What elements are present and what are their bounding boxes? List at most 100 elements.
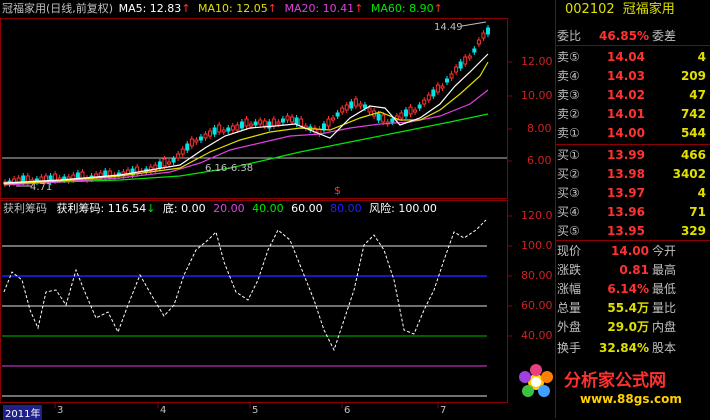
quote-value: 0.81 bbox=[619, 263, 649, 277]
candle-body bbox=[194, 139, 199, 143]
stock-name: 冠福家用 bbox=[622, 2, 675, 17]
quote-value: 14.00 bbox=[611, 244, 649, 258]
stock-code: 002102 bbox=[565, 2, 615, 17]
buy-volume: 3402 bbox=[672, 167, 706, 181]
kline-ytick: 10.00 bbox=[521, 89, 553, 102]
quote-label-2: 内盘 bbox=[652, 320, 677, 334]
sell-price: 14.04 bbox=[607, 50, 645, 64]
sell-volume: 209 bbox=[680, 69, 706, 83]
share-capital-label: 股本 bbox=[652, 341, 677, 355]
sell-volume: 544 bbox=[680, 126, 706, 140]
indicator-name[interactable]: 获利筹码 bbox=[3, 202, 47, 215]
watermark-brand: 分析家公式网 bbox=[564, 371, 666, 391]
indicator-ytick: 120.0 bbox=[521, 209, 553, 222]
candle-body bbox=[331, 117, 336, 121]
candle-body bbox=[221, 129, 226, 133]
candle-body bbox=[349, 101, 354, 109]
x-label: 4 bbox=[160, 405, 167, 416]
candle-body bbox=[362, 104, 367, 109]
x-label: 7 bbox=[440, 405, 447, 416]
level-60: 60.00 bbox=[291, 202, 323, 215]
webi-value: 46.85% bbox=[599, 29, 649, 43]
candle-body bbox=[467, 55, 472, 59]
candle-body bbox=[271, 118, 276, 127]
candle-body bbox=[208, 130, 213, 137]
min-price-label: 4.71 bbox=[30, 182, 52, 193]
sell-label: 卖⑤ bbox=[557, 50, 580, 64]
down-arrow: ↓ bbox=[146, 202, 156, 215]
quote-label-2: 最低 bbox=[652, 282, 677, 296]
candle-body bbox=[262, 120, 267, 127]
candle-body bbox=[454, 66, 459, 73]
flower-logo-icon bbox=[519, 364, 553, 397]
candle-body bbox=[413, 109, 418, 113]
panel-header: 002102 冠福家用 bbox=[565, 2, 675, 18]
candle-body bbox=[458, 61, 463, 69]
level-risk: 风险: 100.00 bbox=[369, 202, 437, 215]
dollar-mark: $ bbox=[334, 184, 341, 197]
buy-label: 买① bbox=[557, 148, 580, 162]
candle-body bbox=[435, 84, 440, 93]
candle-body bbox=[157, 161, 162, 169]
sell-volume: 4 bbox=[697, 50, 706, 64]
candle-body bbox=[171, 158, 176, 163]
profit-chip-line bbox=[3, 219, 487, 352]
candle-body bbox=[431, 89, 436, 97]
buy-price: 13.98 bbox=[607, 167, 645, 181]
kline-frame bbox=[0, 18, 508, 199]
sell-label: 卖① bbox=[557, 126, 580, 140]
candle-body bbox=[422, 99, 427, 105]
buy-label: 买④ bbox=[557, 205, 580, 219]
kline-ytick: 8.00 bbox=[527, 122, 552, 135]
candle-body bbox=[481, 32, 486, 39]
candle-body bbox=[239, 121, 244, 129]
sell-volume: 47 bbox=[689, 88, 706, 102]
quote-label-2: 最高 bbox=[652, 263, 677, 277]
candle-body bbox=[426, 94, 431, 101]
quote-label-2: 今开 bbox=[652, 244, 677, 258]
buy-price: 13.99 bbox=[607, 148, 645, 162]
candle-body bbox=[135, 166, 140, 175]
candle-body bbox=[212, 127, 217, 135]
candle-body bbox=[353, 98, 358, 107]
buy-label: 买② bbox=[557, 167, 580, 181]
candle-body bbox=[417, 104, 422, 109]
candle-body bbox=[226, 127, 231, 132]
candle-body bbox=[185, 143, 190, 151]
buy-price: 13.97 bbox=[607, 186, 645, 200]
quote-value: 29.0万 bbox=[607, 320, 649, 334]
quote-value: 6.14% bbox=[607, 282, 649, 296]
buy-price: 13.96 bbox=[607, 205, 645, 219]
candle-body bbox=[358, 103, 363, 107]
candle-body bbox=[285, 115, 290, 121]
quote-label: 总量 bbox=[557, 301, 582, 315]
buy-volume: 71 bbox=[689, 205, 706, 219]
candle-body bbox=[399, 112, 404, 119]
x-label: 6 bbox=[344, 405, 351, 416]
candle-body bbox=[381, 114, 386, 123]
candle-body bbox=[444, 78, 449, 83]
candle-body bbox=[180, 148, 185, 155]
candle-body bbox=[249, 123, 254, 127]
turnover-value: 32.84% bbox=[599, 341, 649, 355]
candle-body bbox=[276, 121, 281, 125]
x-label: 3 bbox=[57, 405, 64, 416]
candle-body bbox=[280, 118, 285, 123]
candle-body bbox=[167, 161, 172, 165]
level-bottom: 底: 0.00 bbox=[162, 202, 206, 215]
indicator-value: 获利筹码: 116.54 bbox=[56, 202, 147, 215]
candle-body bbox=[449, 73, 454, 79]
sell-price: 14.02 bbox=[607, 88, 645, 102]
candle-body bbox=[162, 158, 167, 167]
sell-price: 14.01 bbox=[607, 107, 645, 121]
indicator-ytick: 100.0 bbox=[521, 239, 553, 252]
buy-volume: 466 bbox=[680, 148, 706, 162]
range-label: 6.16-6.38 bbox=[205, 163, 253, 174]
level-40: 40.00 bbox=[252, 202, 284, 215]
candle-body bbox=[189, 138, 194, 147]
candle-body bbox=[244, 118, 249, 127]
quote-value: 55.4万 bbox=[607, 301, 649, 315]
candle-body bbox=[340, 107, 345, 113]
indicator-ytick: 60.00 bbox=[521, 299, 553, 312]
candle-body bbox=[198, 136, 203, 141]
